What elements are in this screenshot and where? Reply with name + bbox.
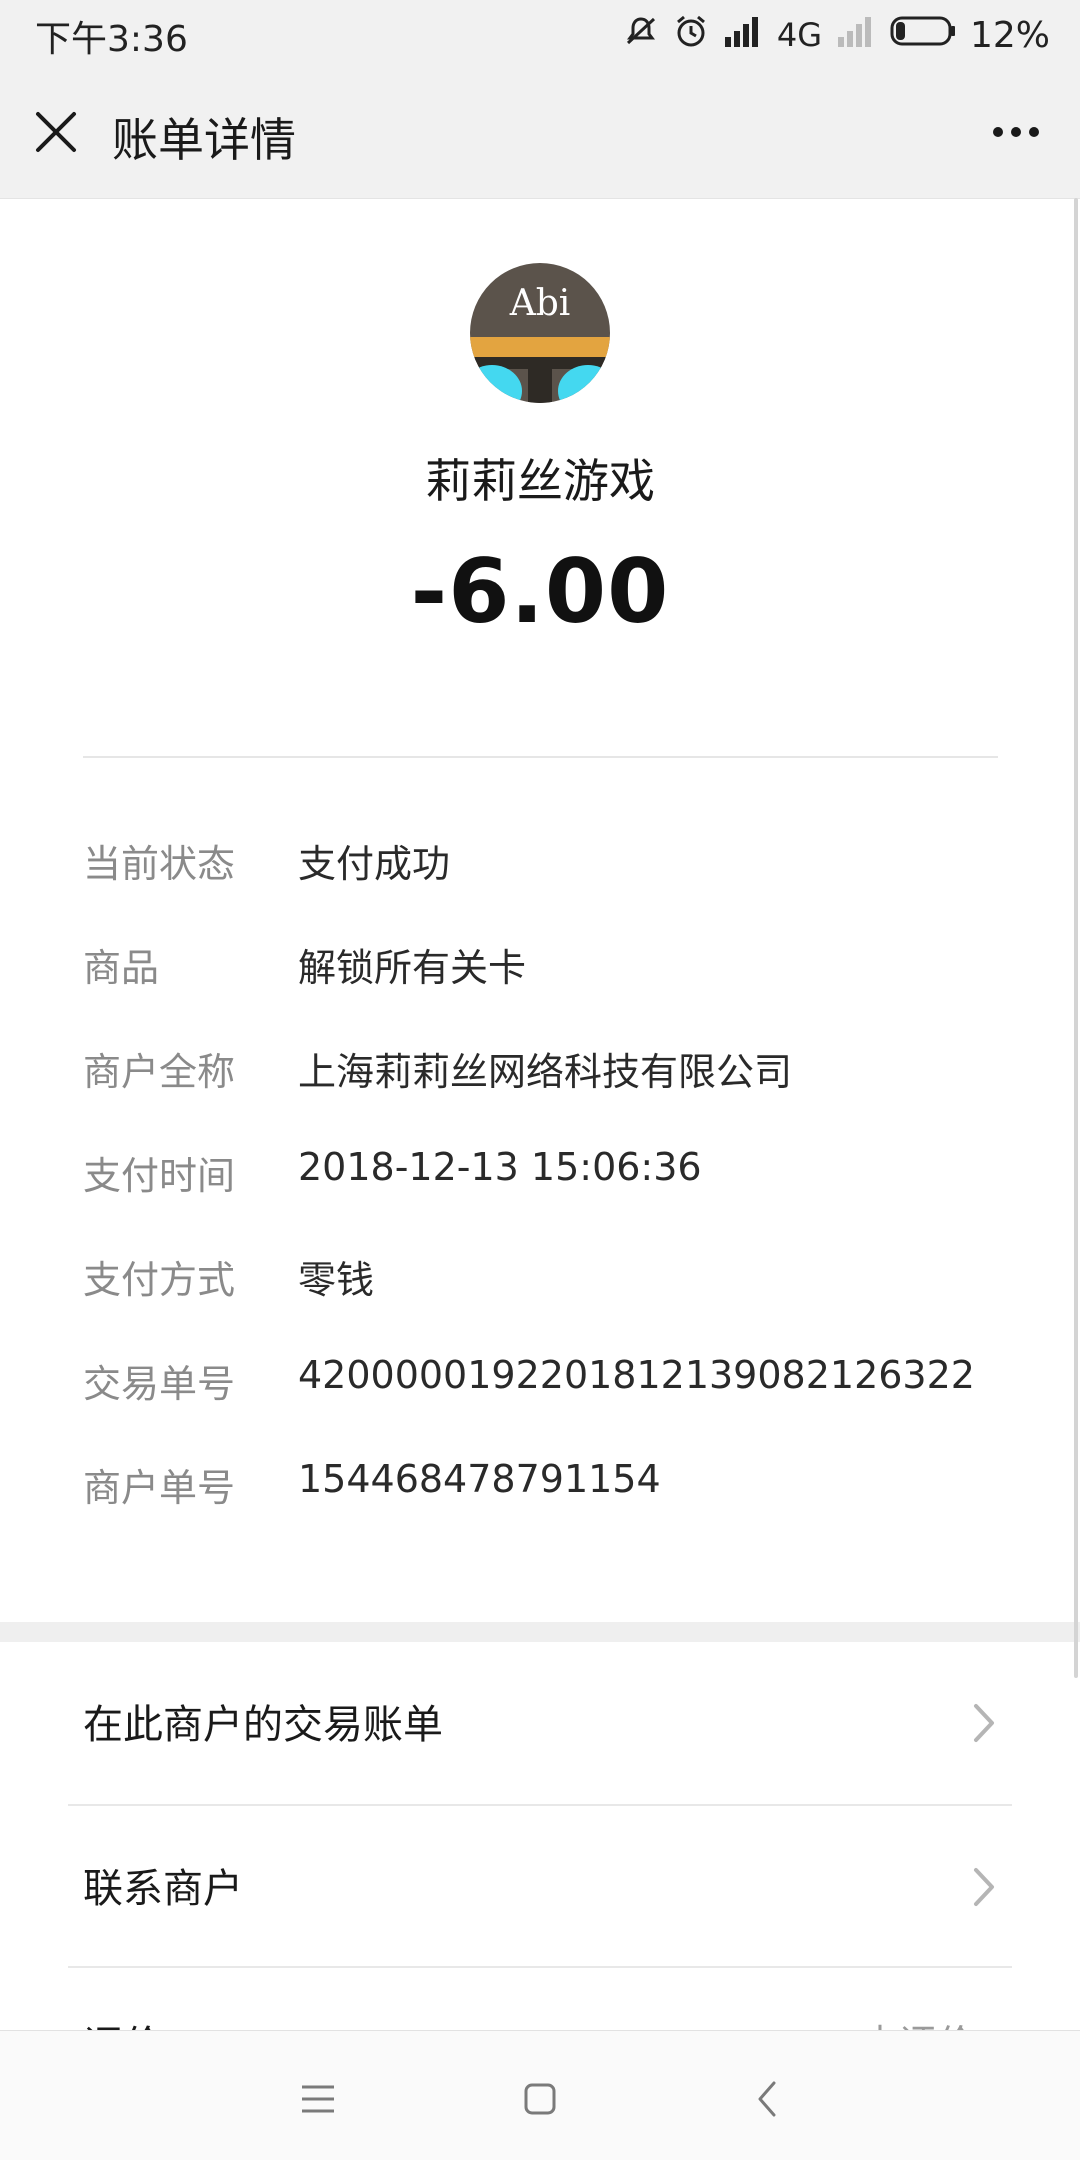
detail-value: 2018-12-13 15:06:36 bbox=[298, 1145, 702, 1189]
bill-details-page: 下午3:36 4G 12% 账单详情 Abi 莉莉丝游戏 -6.00 当前状态 … bbox=[0, 0, 1080, 2160]
detail-row-merchant-fullname: 商户全称 上海莉莉丝网络科技有限公司 bbox=[83, 1041, 1033, 1101]
detail-label: 商户单号 bbox=[83, 1466, 236, 1510]
system-nav-bar bbox=[0, 2030, 1080, 2160]
detail-value: 154468478791154 bbox=[298, 1457, 661, 1501]
detail-label: 商户全称 bbox=[83, 1050, 236, 1094]
back-icon bbox=[758, 2081, 776, 2117]
more-icon bbox=[993, 127, 1039, 137]
page-title: 账单详情 bbox=[112, 113, 296, 167]
battery-level: 12% bbox=[969, 14, 1050, 56]
detail-row-payment-method: 支付方式 零钱 bbox=[83, 1249, 1033, 1309]
detail-label: 商品 bbox=[83, 946, 160, 990]
merchant-bills-link[interactable]: 在此商户的交易账单 bbox=[0, 1642, 1080, 1804]
battery-icon bbox=[890, 14, 956, 57]
payment-amount: -6.00 bbox=[410, 540, 670, 643]
status-bar: 下午3:36 4G 12% bbox=[0, 0, 1080, 70]
detail-row-transaction-id: 交易单号 4200000192201812139082126322 bbox=[83, 1353, 1033, 1413]
alarm-icon bbox=[673, 13, 709, 58]
status-icons: 4G 12% bbox=[623, 10, 1050, 60]
header: 账单详情 bbox=[0, 70, 1080, 199]
detail-row-product: 商品 解锁所有关卡 bbox=[83, 937, 1033, 997]
merchant-name: 莉莉丝游戏 bbox=[425, 454, 655, 508]
close-button[interactable] bbox=[24, 100, 88, 164]
chevron-right-icon bbox=[974, 1704, 994, 1742]
detail-label: 交易单号 bbox=[83, 1362, 236, 1406]
menu-icon bbox=[302, 2085, 334, 2113]
detail-label: 当前状态 bbox=[83, 842, 236, 886]
detail-label: 支付时间 bbox=[83, 1154, 236, 1198]
detail-label: 支付方式 bbox=[83, 1258, 236, 1302]
merchant-bills-label: 在此商户的交易账单 bbox=[83, 1702, 443, 1748]
detail-value: 支付成功 bbox=[298, 842, 451, 886]
row-divider bbox=[68, 1966, 1012, 1968]
home-button[interactable] bbox=[502, 2061, 578, 2137]
detail-value: 解锁所有关卡 bbox=[298, 946, 527, 990]
close-icon bbox=[36, 112, 76, 152]
divider bbox=[83, 756, 998, 758]
network-type: 4G bbox=[776, 16, 822, 54]
detail-row-status: 当前状态 支付成功 bbox=[83, 833, 1033, 893]
section-separator bbox=[0, 1622, 1080, 1642]
detail-value: 上海莉莉丝网络科技有限公司 bbox=[298, 1050, 793, 1094]
back-button[interactable] bbox=[730, 2061, 806, 2137]
avatar-logo-text: Abi bbox=[509, 283, 571, 324]
signal-icon bbox=[723, 13, 763, 58]
scrollbar[interactable] bbox=[1074, 198, 1078, 1678]
chevron-right-icon bbox=[974, 1868, 994, 1906]
more-button[interactable] bbox=[976, 100, 1056, 164]
home-icon bbox=[524, 2083, 556, 2115]
contact-merchant-label: 联系商户 bbox=[83, 1866, 243, 1912]
signal-weak-icon bbox=[836, 13, 876, 58]
detail-row-merchant-order-id: 商户单号 154468478791154 bbox=[83, 1457, 1033, 1517]
detail-row-payment-time: 支付时间 2018-12-13 15:06:36 bbox=[83, 1145, 1033, 1205]
contact-merchant-link[interactable]: 联系商户 bbox=[0, 1806, 1080, 1968]
mute-icon bbox=[623, 13, 659, 58]
merchant-avatar: Abi bbox=[470, 263, 610, 403]
detail-value: 4200000192201812139082126322 bbox=[298, 1353, 975, 1397]
detail-value: 零钱 bbox=[298, 1258, 375, 1302]
status-time: 下午3:36 bbox=[35, 19, 188, 60]
menu-button[interactable] bbox=[280, 2061, 356, 2137]
